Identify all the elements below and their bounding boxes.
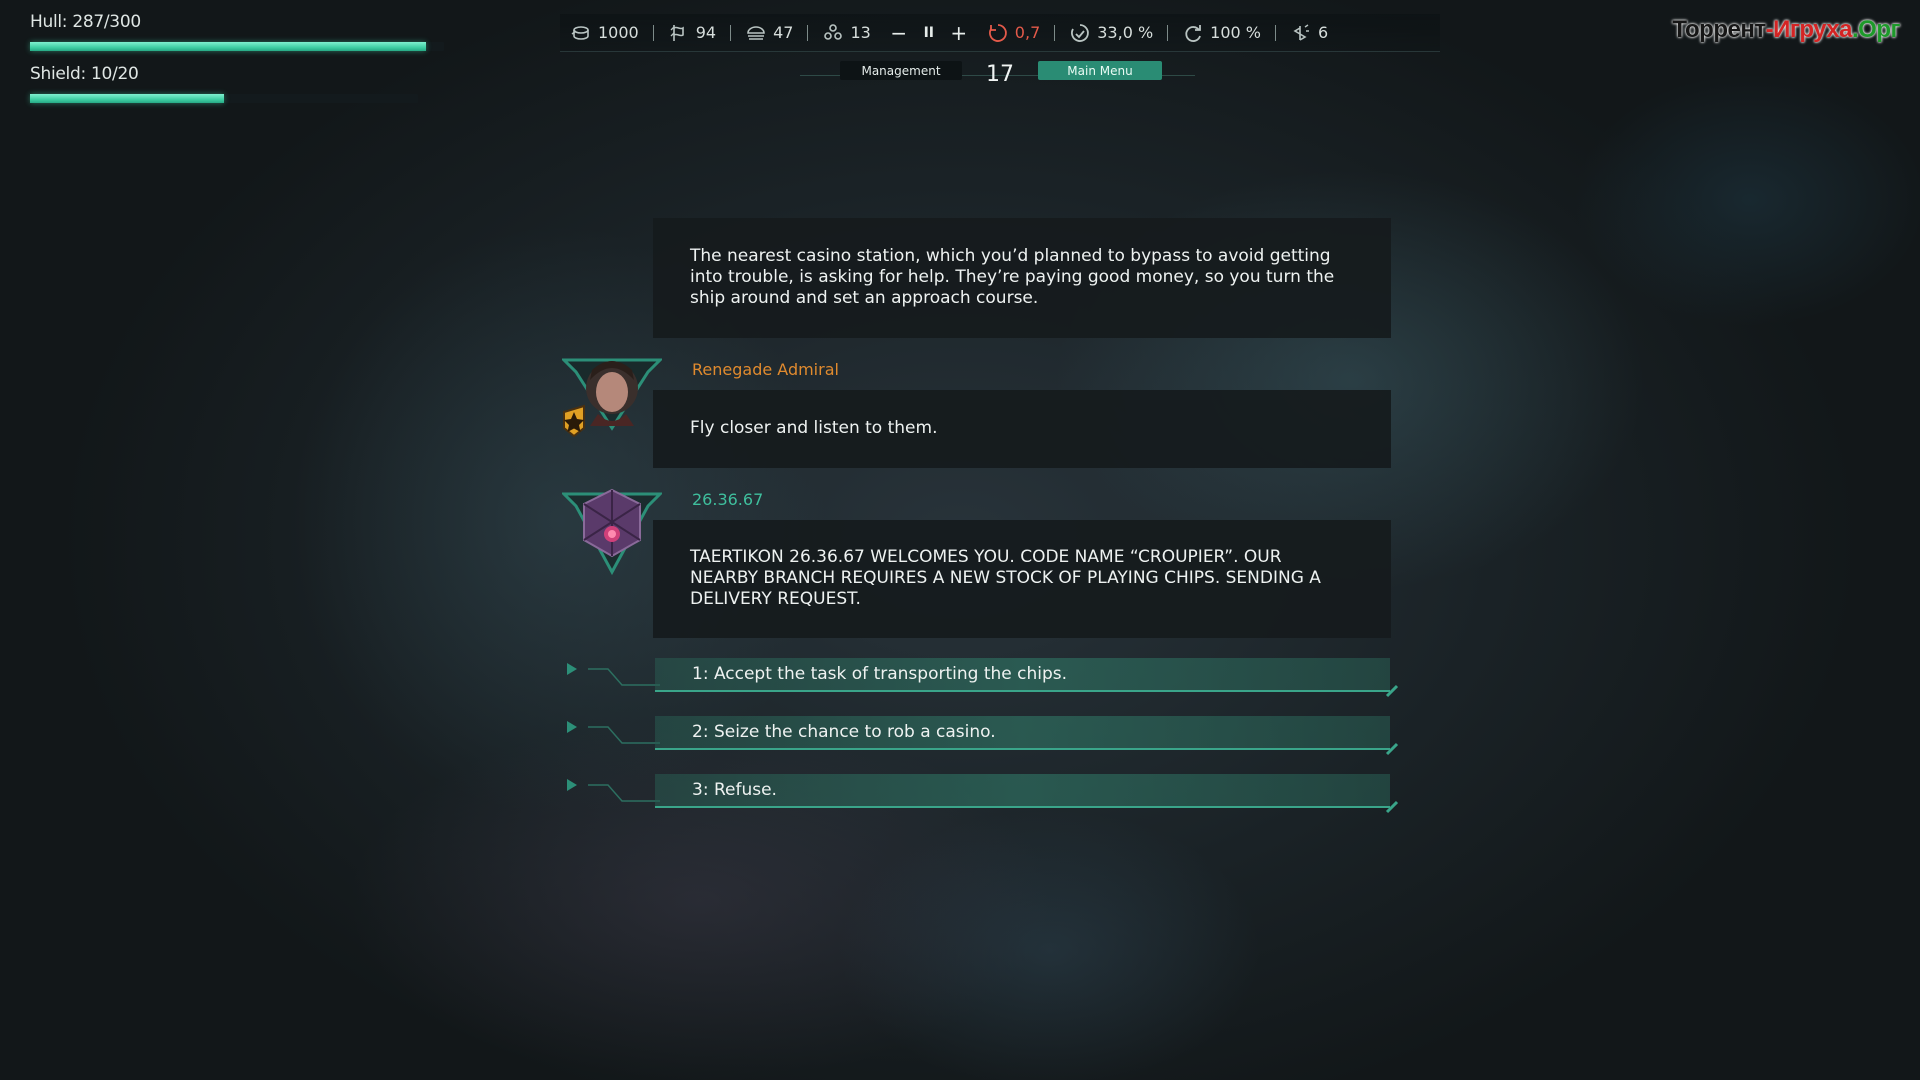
shield-label: Shield: 10/20 [30, 64, 139, 84]
shield-bar [30, 94, 418, 103]
option-corner-icon [1385, 800, 1399, 814]
resource-crew[interactable]: 94 [658, 22, 726, 44]
option-refuse[interactable]: 3: Refuse. [655, 774, 1390, 808]
speaker-name-station: 26.36.67 [692, 490, 764, 509]
station-portrait-icon [562, 488, 662, 576]
divider [730, 24, 732, 41]
supplies-icon [822, 22, 844, 44]
watermark-logo: Торрент-Игруха.Орг [1672, 16, 1900, 44]
credits-value: 1000 [598, 23, 639, 42]
event-description: The nearest casino station, which you’d … [653, 218, 1391, 338]
danger-icon [987, 22, 1009, 44]
mood-value: 6 [1318, 23, 1329, 42]
option-arrow-icon [567, 663, 660, 686]
divider [807, 24, 809, 41]
watermark-part-3: .Орг [1852, 16, 1901, 43]
option-accept[interactable]: 1: Accept the task of transporting the c… [655, 658, 1390, 692]
watermark-part-2: -Игруха [1765, 16, 1853, 43]
station-dialogue: TAERTIKON 26.36.67 WELCOMES YOU. CODE NA… [653, 520, 1391, 638]
speed-controls: − II + [881, 22, 977, 44]
hull-bar [30, 42, 444, 51]
supplies-value: 13 [850, 23, 871, 42]
shield-status: Shield: 10/20 [30, 64, 418, 103]
speed-up-button[interactable]: + [949, 22, 969, 44]
resource-supplies[interactable]: 13 [812, 22, 880, 44]
divider [1167, 24, 1169, 41]
stat-progress[interactable]: 33,0 % [1059, 22, 1163, 44]
admiral-dialogue: Fly closer and listen to them. [653, 390, 1391, 468]
stat-danger[interactable]: 0,7 [977, 22, 1050, 44]
option-corner-icon [1385, 742, 1399, 756]
mood-icon [1290, 22, 1312, 44]
hull-status: Hull: 287/300 [30, 12, 444, 51]
resource-bar: 1000 94 47 13 − II + 0,7 33,0 % 100 % 6 [560, 14, 1440, 52]
tab-main-menu[interactable]: Main Menu [1038, 61, 1162, 80]
repeat-icon [1182, 22, 1204, 44]
progress-icon [1069, 22, 1091, 44]
speaker-name-admiral: Renegade Admiral [692, 360, 839, 379]
option-arrow-icon [567, 779, 660, 802]
pause-button[interactable]: II [919, 22, 939, 44]
turn-counter: 17 [986, 62, 1014, 87]
crew-value: 94 [695, 23, 717, 42]
divider [652, 24, 654, 41]
hull-label: Hull: 287/300 [30, 12, 141, 32]
danger-value: 0,7 [1014, 23, 1041, 42]
food-icon [745, 22, 767, 44]
shield-bar-fill [30, 94, 224, 103]
divider [1054, 24, 1056, 41]
stat-mood[interactable]: 6 [1280, 22, 1338, 44]
admiral-portrait-icon [562, 358, 662, 438]
crew-icon [668, 22, 690, 44]
progress-value: 33,0 % [1097, 23, 1154, 42]
slow-down-button[interactable]: − [889, 22, 909, 44]
watermark-part-1: Торрент [1672, 16, 1766, 43]
credits-icon [570, 22, 592, 44]
option-corner-icon [1385, 684, 1399, 698]
option-rob[interactable]: 2: Seize the chance to rob a casino. [655, 716, 1390, 750]
option-arrow-icon [567, 721, 660, 744]
hull-bar-fill [30, 42, 427, 51]
stat-repeat[interactable]: 100 % [1172, 22, 1271, 44]
food-value: 47 [773, 23, 794, 42]
resource-credits[interactable]: 1000 [560, 22, 649, 44]
repeat-value: 100 % [1210, 23, 1261, 42]
divider [1275, 24, 1276, 41]
resource-food[interactable]: 47 [735, 22, 803, 44]
tab-management[interactable]: Management [840, 61, 962, 80]
